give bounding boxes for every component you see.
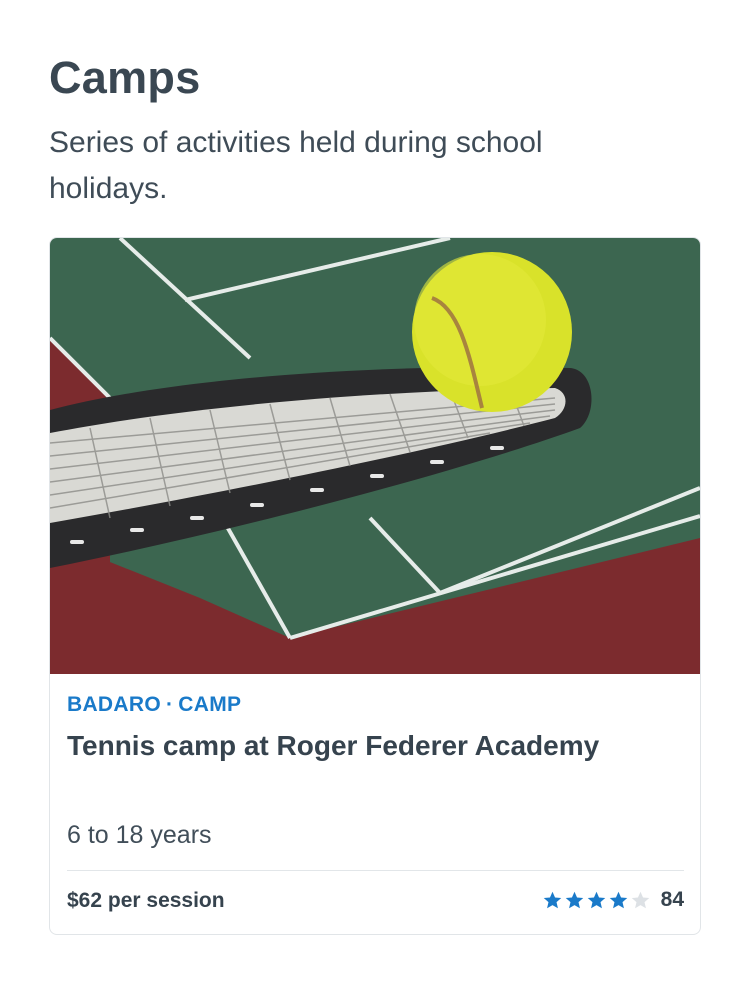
camp-card[interactable]: BADARO · CAMP Tennis camp at Roger Feder… bbox=[49, 237, 701, 935]
camps-section: Camps Series of activities held during s… bbox=[0, 0, 750, 984]
star-filled-icon bbox=[587, 891, 605, 908]
rating-count: 84 bbox=[660, 888, 684, 911]
card-age-range: 6 to 18 years bbox=[67, 821, 212, 849]
section-subtitle: Series of activities held during school … bbox=[49, 126, 543, 205]
card-divider bbox=[67, 870, 684, 871]
meta-separator: · bbox=[165, 693, 174, 716]
star-filled-icon bbox=[609, 891, 627, 908]
tennis-camp-image bbox=[50, 238, 700, 674]
card-title[interactable]: Tennis camp at Roger Federer Academy bbox=[67, 730, 687, 762]
card-rating: 84 bbox=[542, 888, 684, 912]
star-filled-icon bbox=[543, 891, 561, 908]
card-meta: BADARO · CAMP bbox=[67, 693, 241, 717]
star-empty-icon bbox=[631, 891, 649, 908]
card-price: $62 per session bbox=[67, 889, 225, 912]
star-filled-icon bbox=[565, 891, 583, 908]
card-category: CAMP bbox=[178, 693, 242, 716]
card-location: BADARO bbox=[67, 693, 161, 716]
star-rating bbox=[542, 890, 652, 911]
section-title: Camps bbox=[49, 52, 201, 103]
